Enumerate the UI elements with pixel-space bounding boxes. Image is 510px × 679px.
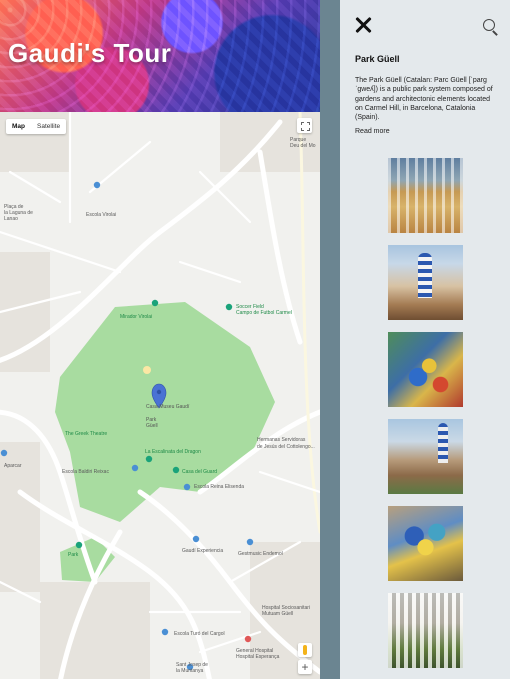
map-label: de Jesús del Cottolengo... [257,444,315,450]
place-description: The Park Güell (Catalan: Parc Güell [ˈpa… [355,77,493,122]
app-title: Gaudi's Tour [8,38,172,68]
map-label: Aparcar [4,463,22,469]
left-pane: Gaudi's Tour Escola Virolai Mirador Viro… [0,0,320,679]
details-panel: Park Güell The Park Güell (Catalan: Parc… [340,0,510,679]
map-label: Casa-Museu Gaudí [146,404,190,410]
street-view-pegman-icon[interactable] [298,643,312,657]
map-label: Casa del Guard [182,469,217,475]
map-label: Park [68,552,79,558]
fullscreen-button[interactable] [297,118,312,133]
place-title: Park Güell [355,54,400,64]
map-label: la Muntanya [176,668,203,674]
gallery-photo[interactable] [388,506,463,581]
map-label: Gestmusic Endemol [238,551,283,557]
read-more-link[interactable]: Read more [355,128,390,135]
search-icon[interactable] [483,19,498,36]
map-label: Escola Reina Elisenda [194,484,244,490]
gallery-photo[interactable] [388,158,463,233]
map-label: La Escalinata del Dragon [145,449,201,455]
tab-satellite[interactable]: Satellite [31,119,66,134]
map-label: Escola Baldiri Reixac [62,469,109,475]
map-label: Escola Turó del Cargol [174,631,225,637]
map-label: Escola Virolai [86,212,116,218]
map-label: Deu del Mo [290,143,316,149]
map-type-tabs: Map Satellite [6,119,67,134]
panel-divider [320,0,340,679]
gallery-photo[interactable] [388,245,463,320]
gallery-photo[interactable] [388,332,463,407]
map-label: Mirador Virolai [120,314,152,320]
map-label: Mutuam Güell [262,611,293,617]
map-label: The Greek Theatre [65,431,107,437]
gallery-photo[interactable] [388,419,463,494]
header-banner: Gaudi's Tour [0,0,320,112]
map-canvas[interactable]: Escola Virolai Mirador Virolai Soccer Fi… [0,112,320,679]
gallery-photo[interactable] [388,593,463,668]
close-icon[interactable] [355,17,371,33]
map-label: Campo de Futbol Carmel [236,310,292,316]
map-label: Güell [146,423,158,429]
tab-map[interactable]: Map [6,119,31,134]
map-label: Hermanas Servidoras [257,437,306,443]
map-label: Lanao [4,216,18,222]
map-label: Hospital Esperança [236,654,280,660]
map-label: Gaudí Experiencia [182,548,223,554]
zoom-in-button[interactable]: + [298,660,312,674]
photo-gallery [388,158,463,679]
map-view[interactable]: Escola Virolai Mirador Virolai Soccer Fi… [0,112,320,679]
